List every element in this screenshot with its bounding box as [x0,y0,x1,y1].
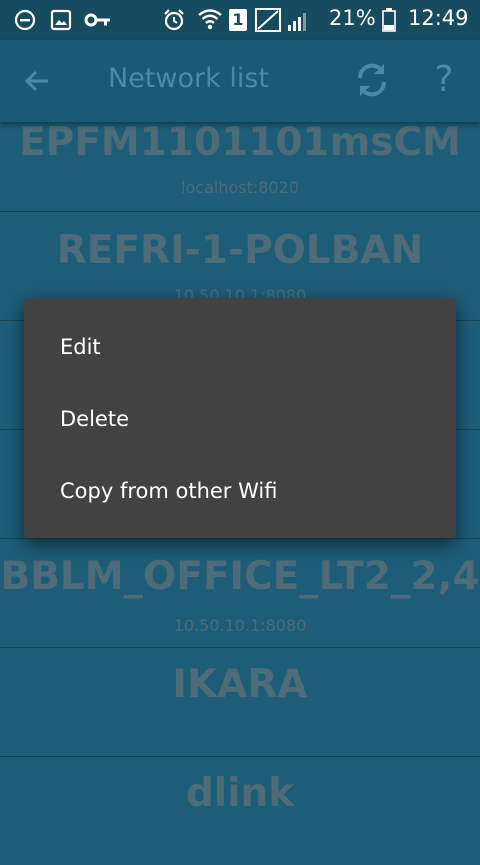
menu-item-edit[interactable]: Edit [24,312,456,384]
status-bar: 1 21% 12:49 [0,0,480,40]
network-name: BBLM_OFFICE_LT2_2,4 [0,554,480,599]
network-item[interactable]: IKARA [0,648,480,757]
signal-icon [255,8,306,32]
help-button[interactable]: ? [426,58,462,102]
battery-icon [382,8,396,32]
image-icon [50,9,72,31]
back-arrow-icon[interactable] [22,66,52,96]
refresh-icon[interactable] [352,60,392,100]
clock: 12:49 [408,6,469,30]
menu-item-delete[interactable]: Delete [24,384,456,456]
network-name: EPFM1101101msCM [19,120,461,165]
do-not-disturb-icon [14,9,36,31]
menu-item-copy-from-other-wifi[interactable]: Copy from other Wifi [24,456,456,528]
page-title: Network list [108,63,269,94]
network-item[interactable]: BBLM_OFFICE_LT2_2,4 10.50.10.1:8080 [0,539,480,648]
vpn-key-icon [84,13,110,27]
network-name: REFRI-1-POLBAN [56,228,424,273]
network-name: IKARA [172,662,308,707]
app-bar: Network list ? [0,40,480,122]
network-address: 10.50.10.1:8080 [173,616,307,635]
network-address: localhost:8020 [181,178,299,197]
wifi-icon [198,9,222,30]
menu-item-label: Delete [60,407,129,431]
alarm-icon [164,9,184,31]
sim-badge: 1 [232,10,244,29]
context-menu: Edit Delete Copy from other Wifi [24,298,456,538]
battery-percent: 21% [329,6,376,30]
sim-icon: 1 [229,9,247,31]
network-name: dlink [185,771,295,816]
menu-item-label: Copy from other Wifi [60,479,278,503]
menu-item-label: Edit [60,335,101,359]
network-item[interactable]: dlink [0,757,480,865]
